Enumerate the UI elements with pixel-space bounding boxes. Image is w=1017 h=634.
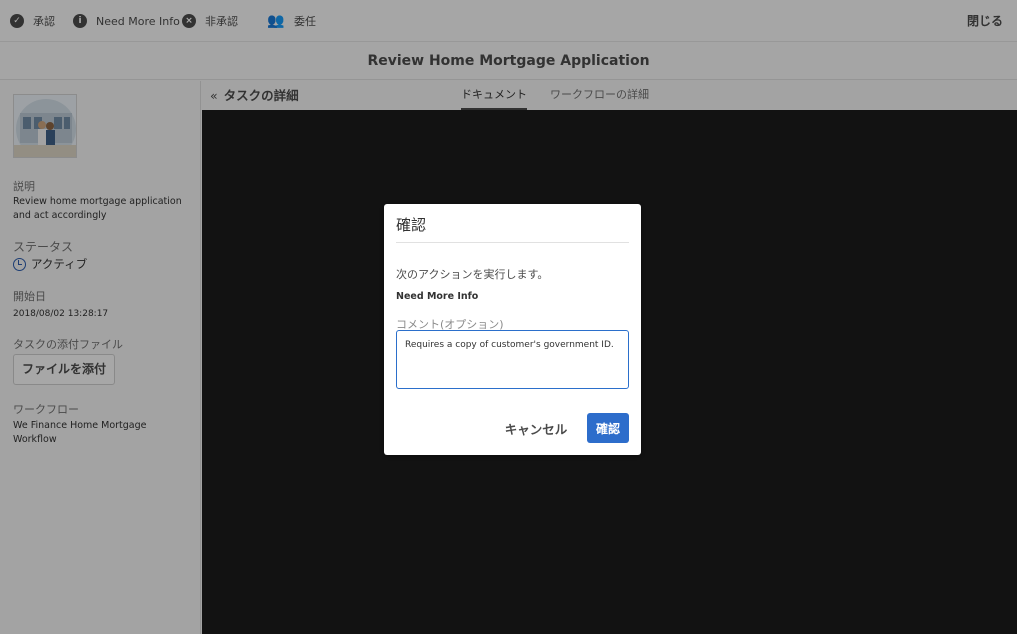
comment-field[interactable] (396, 330, 629, 389)
dialog-action-name: Need More Info (396, 291, 479, 302)
confirm-button[interactable]: 確認 (587, 413, 629, 443)
confirm-dialog: 確認 次のアクションを実行します。 Need More Info コメント(オプ… (384, 204, 641, 455)
cancel-button[interactable]: キャンセル (502, 413, 570, 443)
dialog-message: 次のアクションを実行します。 (396, 268, 549, 281)
dialog-title: 確認 (396, 216, 427, 234)
dialog-divider (396, 242, 629, 243)
